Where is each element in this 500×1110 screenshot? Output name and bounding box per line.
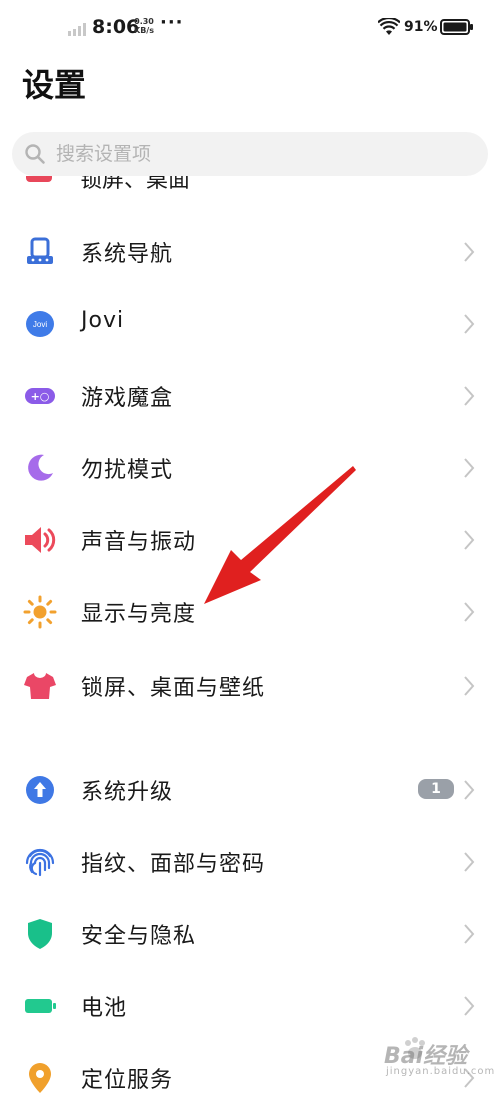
battery-icon (22, 988, 58, 1024)
status-bar: 8:06 0.30 KB/s ··· 91% (0, 0, 500, 58)
signal-icon (68, 23, 86, 36)
gamepad-icon-text: +○ (31, 390, 50, 403)
shield-icon (22, 916, 58, 952)
settings-item-system-upgrade[interactable]: 系统升级 1 (0, 758, 500, 822)
jovi-icon: Jovi (22, 306, 58, 342)
chevron-right-icon (464, 530, 475, 550)
navigation-icon (22, 234, 58, 270)
network-speed: 0.30 KB/s (134, 17, 154, 35)
settings-item-do-not-disturb[interactable]: 勿扰模式 (0, 436, 500, 500)
settings-item-system-navigation[interactable]: 系统导航 (0, 220, 500, 284)
location-icon (22, 1060, 58, 1096)
item-label: 系统导航 (81, 242, 174, 267)
jovi-icon-text: Jovi (33, 320, 47, 329)
item-label: 系统升级 (81, 780, 174, 805)
item-label: 声音与振动 (81, 530, 197, 555)
settings-item-battery[interactable]: 电池 (0, 974, 500, 1038)
more-notifications-icon: ··· (160, 12, 184, 33)
chevron-right-icon (464, 386, 475, 406)
upgrade-icon (22, 772, 58, 808)
chevron-right-icon (464, 996, 475, 1016)
settings-item-display-brightness[interactable]: 显示与亮度 (0, 580, 500, 644)
chevron-right-icon (464, 676, 475, 696)
settings-item-lockscreen-wallpaper[interactable]: 锁屏、桌面与壁纸 (0, 654, 500, 718)
sun-icon (22, 594, 58, 630)
gamepad-icon: +○ (22, 378, 58, 414)
settings-item-jovi[interactable]: Jovi Jovi (0, 292, 500, 356)
item-label: 勿扰模式 (81, 458, 174, 483)
fingerprint-icon (22, 844, 58, 880)
battery-percent: 91% (404, 19, 438, 35)
search-bar[interactable] (12, 132, 488, 176)
item-label: 电池 (81, 996, 128, 1021)
item-label: 指纹、面部与密码 (81, 852, 266, 877)
chevron-right-icon (464, 314, 475, 334)
item-label: 游戏魔盒 (81, 386, 174, 411)
settings-item-sound-vibration[interactable]: 声音与振动 (0, 508, 500, 572)
battery-status-icon (440, 19, 473, 35)
watermark-subtext: jingyan.baidu.com (386, 1066, 496, 1077)
wifi-icon (378, 18, 400, 35)
settings-item-game-box[interactable]: +○ 游戏魔盒 (0, 364, 500, 428)
section-divider (0, 722, 500, 758)
settings-item-security-privacy[interactable]: 安全与隐私 (0, 902, 500, 966)
moon-icon (22, 450, 58, 486)
update-count-badge: 1 (418, 779, 454, 799)
chevron-right-icon (464, 242, 475, 262)
list-item-partial[interactable]: 锁屏、桌面 (0, 176, 500, 194)
item-label: 锁屏、桌面与壁纸 (81, 676, 266, 701)
watermark: Bai经验 jingyan.baidu.com (356, 1030, 496, 1080)
item-label: Jovi (81, 308, 125, 333)
speaker-icon (22, 522, 58, 558)
search-input[interactable] (56, 138, 456, 170)
chevron-right-icon (464, 458, 475, 478)
item-label: 安全与隐私 (81, 924, 197, 949)
settings-item-fingerprint-face-password[interactable]: 指纹、面部与密码 (0, 830, 500, 894)
item-label: 定位服务 (81, 1068, 174, 1093)
partial-item-icon (26, 176, 52, 182)
chevron-right-icon (464, 602, 475, 622)
search-icon (25, 144, 45, 164)
page-title: 设置 (22, 66, 87, 104)
chevron-right-icon (464, 852, 475, 872)
chevron-right-icon (464, 780, 475, 800)
chevron-right-icon (464, 924, 475, 944)
shirt-icon (22, 668, 58, 704)
item-label: 显示与亮度 (81, 602, 197, 627)
partial-item-label: 锁屏、桌面 (80, 176, 191, 193)
